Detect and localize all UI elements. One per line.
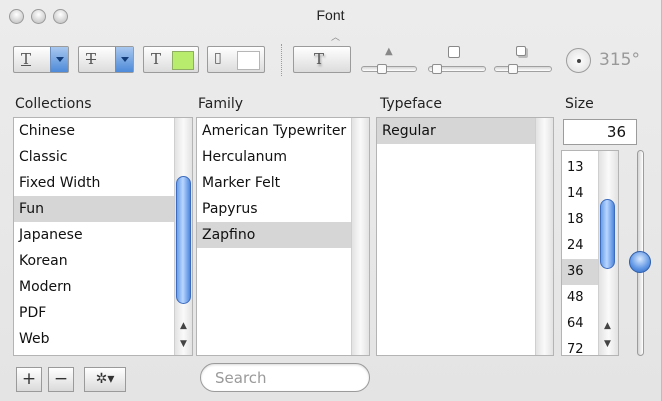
list-item[interactable]: Japanese (14, 222, 192, 248)
shadow-opacity-slider[interactable]: ▲ (361, 44, 417, 76)
action-menu-button[interactable]: ✲▾ (84, 367, 126, 392)
toolbar-toggle-icon[interactable]: ︿ (331, 30, 340, 43)
list-item[interactable]: Fun (14, 196, 174, 222)
chevron-down-icon[interactable] (50, 47, 68, 72)
font-panel-window: Font ︿ T T T ▯ T ▲ 315° Collections Fami… (0, 0, 662, 401)
slider-knob[interactable] (432, 64, 442, 74)
toolbar-separator (281, 44, 282, 76)
shadow-angle-value: 315° (599, 50, 640, 70)
title-bar: Font (0, 0, 661, 28)
size-header: Size (565, 96, 594, 112)
window-title: Font (316, 7, 345, 23)
slider-knob[interactable] (377, 64, 387, 74)
size-input[interactable]: 36 (563, 119, 637, 145)
strikethrough-icon: T (86, 50, 97, 68)
scroll-up-icon[interactable]: ▲ (175, 317, 192, 335)
list-item[interactable]: Papyrus (197, 196, 369, 222)
scroll-down-icon[interactable]: ▼ (175, 335, 192, 353)
add-collection-button[interactable]: + (16, 367, 42, 392)
text-color-swatch (172, 51, 194, 70)
document-icon: ▯ (214, 50, 222, 66)
family-list: American Typewriter Herculanum Marker Fe… (196, 117, 370, 356)
scroll-up-icon[interactable]: ▲ (599, 317, 616, 335)
size-list: 13 14 18 24 36 48 64 72 ▲ ▼ (561, 150, 619, 356)
collections-header: Collections (15, 96, 92, 112)
list-item[interactable]: Chinese (14, 118, 192, 144)
list-item[interactable]: Fixed Width (14, 170, 192, 196)
list-item[interactable]: Classic (14, 144, 192, 170)
collections-list: Chinese Classic Fixed Width Fun Japanese… (13, 117, 193, 356)
list-item[interactable]: Zapfino (197, 222, 351, 248)
underline-button[interactable]: T (13, 46, 69, 73)
slider-knob[interactable] (508, 64, 518, 74)
search-input[interactable] (215, 368, 355, 388)
list-item[interactable]: Herculanum (197, 144, 369, 170)
list-item[interactable]: Korean (14, 248, 192, 274)
collections-scrollbar[interactable]: ▲ ▼ (174, 118, 192, 355)
underline-icon: T (21, 50, 32, 68)
opacity-icon: ▲ (385, 46, 393, 57)
strikethrough-button[interactable]: T (78, 46, 134, 73)
typeface-header: Typeface (380, 96, 442, 112)
search-field[interactable] (200, 363, 370, 392)
scroll-thumb[interactable] (600, 199, 615, 269)
shadow-offset-slider[interactable] (494, 44, 552, 76)
text-shadow-button[interactable]: T (293, 46, 351, 73)
text-color-button[interactable]: T (143, 46, 199, 73)
scroll-down-icon[interactable]: ▼ (599, 335, 616, 353)
scroll-thumb[interactable] (176, 176, 191, 304)
remove-collection-button[interactable]: − (48, 367, 74, 392)
offset-icon (516, 46, 526, 56)
chevron-down-icon[interactable] (115, 47, 133, 72)
list-item[interactable]: American Typewriter (197, 118, 351, 144)
size-scrollbar[interactable]: ▲ ▼ (598, 151, 618, 355)
shadow-angle-dial[interactable] (566, 48, 591, 73)
document-color-swatch (237, 51, 260, 70)
list-item[interactable]: Marker Felt (197, 170, 369, 196)
size-slider-knob[interactable] (629, 251, 651, 273)
list-item[interactable]: Regular (377, 118, 535, 144)
shadow-icon: T (314, 50, 325, 68)
shadow-blur-slider[interactable] (428, 44, 486, 76)
typeface-list: Regular (376, 117, 554, 356)
list-item[interactable]: PDF (14, 300, 192, 326)
family-scrollbar[interactable] (351, 118, 369, 355)
list-item[interactable]: Web (14, 326, 192, 352)
typeface-scrollbar[interactable] (535, 118, 553, 355)
family-header: Family (198, 96, 244, 112)
blur-icon (448, 46, 460, 58)
list-item[interactable]: 36 (562, 259, 598, 285)
text-color-icon: T (151, 50, 162, 68)
list-item[interactable]: Modern (14, 274, 192, 300)
document-color-button[interactable]: ▯ (207, 46, 265, 73)
